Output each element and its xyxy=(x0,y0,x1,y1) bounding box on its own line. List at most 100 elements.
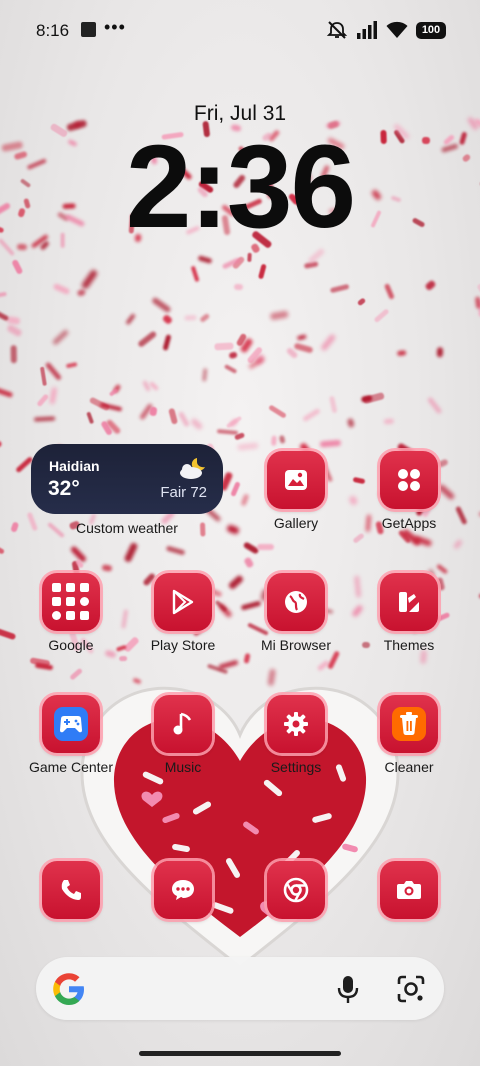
google-search-bar[interactable] xyxy=(36,957,444,1020)
sprinkle xyxy=(162,334,172,352)
sprinkle xyxy=(269,310,290,321)
sprinkle xyxy=(36,393,49,408)
sprinkle xyxy=(452,538,463,550)
messages-icon xyxy=(154,861,212,919)
sprinkle xyxy=(76,289,86,298)
sprinkle xyxy=(197,255,212,264)
sprinkle xyxy=(39,366,47,386)
notification-square-icon xyxy=(81,22,96,37)
app-label-google: Google xyxy=(48,637,94,653)
home-gesture-bar[interactable] xyxy=(139,1051,341,1056)
sprinkle xyxy=(243,652,251,664)
app-label-mi-browser: Mi Browser xyxy=(260,637,331,653)
cleaner-icon xyxy=(380,695,438,753)
sprinkle xyxy=(320,439,342,448)
mic-icon[interactable] xyxy=(334,974,362,1004)
wifi-icon xyxy=(386,21,408,38)
sprinkle xyxy=(124,313,136,327)
sprinkle xyxy=(257,544,275,550)
sprinkle xyxy=(0,386,14,398)
app-label-themes: Themes xyxy=(383,637,435,653)
sprinkle xyxy=(0,539,5,555)
sprinkle xyxy=(397,350,407,356)
sprinkle xyxy=(346,418,356,429)
weather-widget[interactable]: Haidian 32° Fair 72 xyxy=(31,444,223,514)
sprinkle xyxy=(34,662,54,670)
sprinkle xyxy=(247,252,253,262)
sprinkle xyxy=(436,347,443,358)
sprinkle xyxy=(230,481,241,498)
sprinkle xyxy=(190,265,200,283)
weather-city: Haidian xyxy=(49,458,100,474)
app-music[interactable]: Music xyxy=(128,695,238,775)
sprinkle xyxy=(88,396,111,412)
sprinkle xyxy=(10,521,19,533)
sprinkle xyxy=(167,407,178,425)
chrome-icon xyxy=(267,861,325,919)
sprinkle xyxy=(0,440,2,452)
sprinkle xyxy=(373,308,390,324)
more-notifications-icon: ••• xyxy=(104,17,126,37)
camera-icon xyxy=(380,861,438,919)
sprinkle xyxy=(268,404,287,419)
sprinkle xyxy=(362,392,385,405)
app-getapps[interactable]: GetApps xyxy=(354,451,464,531)
google-lens-icon[interactable] xyxy=(396,974,426,1004)
getapps-icon xyxy=(380,451,438,509)
sprinkle xyxy=(178,410,191,428)
sprinkle xyxy=(424,279,437,292)
app-label-music: Music xyxy=(164,759,202,775)
google-logo-icon xyxy=(53,973,84,1005)
dock-messages[interactable] xyxy=(128,861,238,919)
sprinkle xyxy=(52,283,71,296)
dock-camera[interactable] xyxy=(354,861,464,919)
sprinkle xyxy=(49,386,58,404)
app-play-store[interactable]: Play Store xyxy=(128,573,238,653)
sprinkle xyxy=(0,309,10,322)
status-time: 8:16 xyxy=(36,21,70,40)
game-center-icon xyxy=(42,695,100,753)
sprinkle xyxy=(151,296,172,314)
app-label-getapps: GetApps xyxy=(381,515,437,531)
sprinkle xyxy=(352,532,365,544)
sprinkle xyxy=(330,283,350,293)
sprinkle xyxy=(223,363,238,375)
gallery-icon xyxy=(267,451,325,509)
sprinkle xyxy=(137,330,158,349)
sprinkle xyxy=(202,367,208,382)
signal-icon xyxy=(357,21,377,39)
dock-chrome[interactable] xyxy=(241,861,351,919)
sprinkle xyxy=(189,417,204,432)
sprinkle xyxy=(213,342,234,351)
sprinkle xyxy=(278,435,286,445)
app-google-folder[interactable]: Google xyxy=(16,573,126,653)
weather-temperature: 32° xyxy=(48,477,80,500)
music-note-icon xyxy=(154,695,212,753)
battery-level: 100 xyxy=(421,24,441,36)
app-themes[interactable]: Themes xyxy=(354,573,464,653)
lock-clock: 2:36 xyxy=(125,121,356,253)
app-cleaner[interactable]: Cleaner xyxy=(354,695,464,775)
dock-phone[interactable] xyxy=(16,861,126,919)
app-label-game-center: Game Center xyxy=(28,759,114,775)
battery-icon: 100 xyxy=(416,21,446,39)
sprinkle xyxy=(165,545,186,556)
sprinkle xyxy=(217,428,238,436)
themes-icon xyxy=(380,573,438,631)
status-bar: 8:16 ••• 100 xyxy=(0,0,480,60)
weather-condition: Fair 72 xyxy=(160,484,207,501)
sprinkle xyxy=(44,361,63,381)
sprinkle xyxy=(10,345,17,363)
sprinkle xyxy=(226,524,241,535)
gear-icon xyxy=(267,695,325,753)
app-settings[interactable]: Settings xyxy=(241,695,351,775)
app-game-center[interactable]: Game Center xyxy=(16,695,126,775)
sprinkle xyxy=(320,333,337,352)
app-mi-browser[interactable]: Mi Browser xyxy=(241,573,351,653)
sprinkle xyxy=(149,406,158,417)
sprinkle xyxy=(329,395,338,413)
phone-icon xyxy=(42,861,100,919)
sprinkle xyxy=(383,282,396,300)
sprinkle xyxy=(123,542,138,564)
app-gallery[interactable]: Gallery xyxy=(241,451,351,531)
